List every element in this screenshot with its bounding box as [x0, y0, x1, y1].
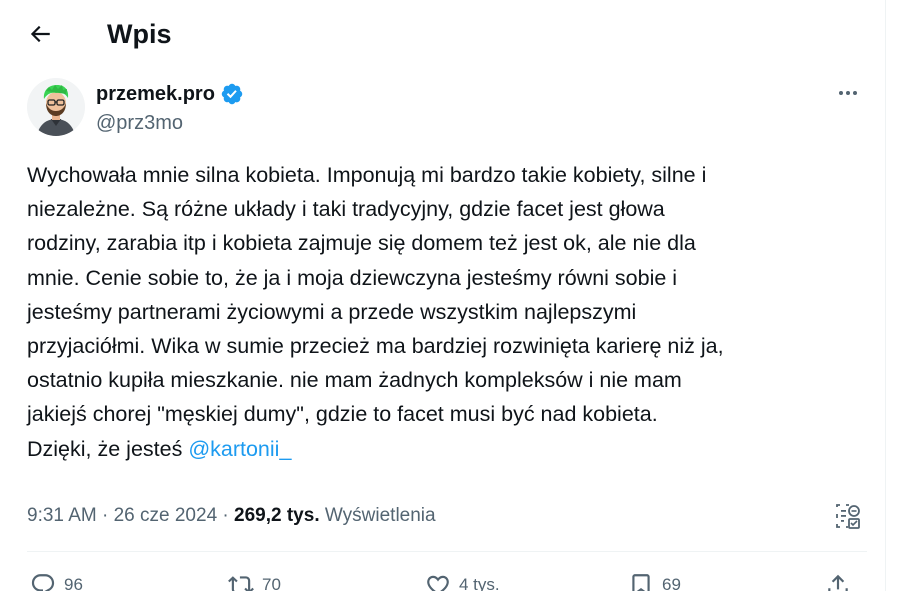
tweet-last-text: Dzięki, że jesteś: [27, 436, 189, 461]
more-dots-icon: [839, 91, 857, 95]
tweet-line: ostatnio kupiła mieszkanie. nie mam żadn…: [27, 368, 682, 393]
tweet-line: przyjaciółmi. Wika w sumie przecież ma b…: [27, 334, 724, 359]
like-count: 4 tys.: [459, 575, 500, 591]
bookmark-button[interactable]: 69: [628, 570, 681, 591]
heart-icon: [427, 575, 449, 591]
post-time[interactable]: 9:31 AM: [27, 505, 97, 526]
tweet-line: jakiejś chorej "męskiej dumy", gdzie to …: [27, 402, 658, 427]
post-page: Wpis przemek.pro @prz3mo Wychowała mnie …: [0, 0, 900, 591]
bookmark-count: 69: [662, 575, 681, 591]
author-handle[interactable]: @prz3mo: [96, 110, 183, 136]
views-label: Wyświetlenia: [319, 505, 436, 526]
reply-icon: [31, 574, 55, 591]
tweet-line-last: Dzięki, że jesteś @kartonii_: [27, 432, 867, 466]
retweet-icon: [228, 576, 254, 591]
page-title: Wpis: [107, 19, 172, 49]
tweet-text: Wychowała mnie silna kobieta. Imponują m…: [27, 158, 867, 466]
page-header: Wpis: [0, 0, 885, 70]
divider: [27, 551, 867, 552]
avatar-image: [27, 78, 85, 136]
meta-separator: ·: [217, 505, 235, 526]
author-name-row: przemek.pro: [96, 81, 244, 107]
verified-badge-icon[interactable]: [220, 82, 244, 106]
share-button[interactable]: [825, 570, 851, 591]
retweet-button[interactable]: 70: [228, 570, 281, 591]
analytics-button[interactable]: [832, 500, 864, 532]
bookmark-icon: [632, 574, 650, 591]
meta-separator: ·: [96, 505, 114, 526]
author-name[interactable]: przemek.pro: [96, 81, 215, 107]
reply-count: 96: [64, 575, 83, 591]
avatar[interactable]: [27, 78, 85, 136]
retweet-count: 70: [262, 575, 281, 591]
views-count: 269,2 tys.: [234, 505, 320, 526]
reply-button[interactable]: 96: [30, 570, 83, 591]
share-icon: [828, 574, 848, 591]
mention-link[interactable]: @kartonii_: [188, 437, 291, 461]
like-button[interactable]: 4 tys.: [425, 570, 500, 591]
post-date[interactable]: 26 cze 2024: [114, 505, 218, 526]
more-options-button[interactable]: [830, 78, 866, 108]
back-button[interactable]: [22, 16, 58, 52]
tweet-line: niezależne. Są różne układy i taki trady…: [27, 197, 665, 222]
analytics-icon: [836, 504, 860, 529]
column-border: [885, 0, 886, 591]
tweet-line: Wychowała mnie silna kobieta. Imponują m…: [27, 163, 707, 187]
tweet-line: rodziny, zarabia itp i kobieta zajmuje s…: [27, 231, 696, 256]
tweet-line: mnie. Cenie sobie to, że ja i moja dziew…: [27, 265, 678, 290]
arrow-left-icon: [30, 25, 50, 43]
post-meta: 9:31 AM · 26 cze 2024 · 269,2 tys. Wyświ…: [27, 503, 436, 529]
tweet-line: jesteśmy partnerami życiowymi a przede w…: [27, 299, 637, 324]
